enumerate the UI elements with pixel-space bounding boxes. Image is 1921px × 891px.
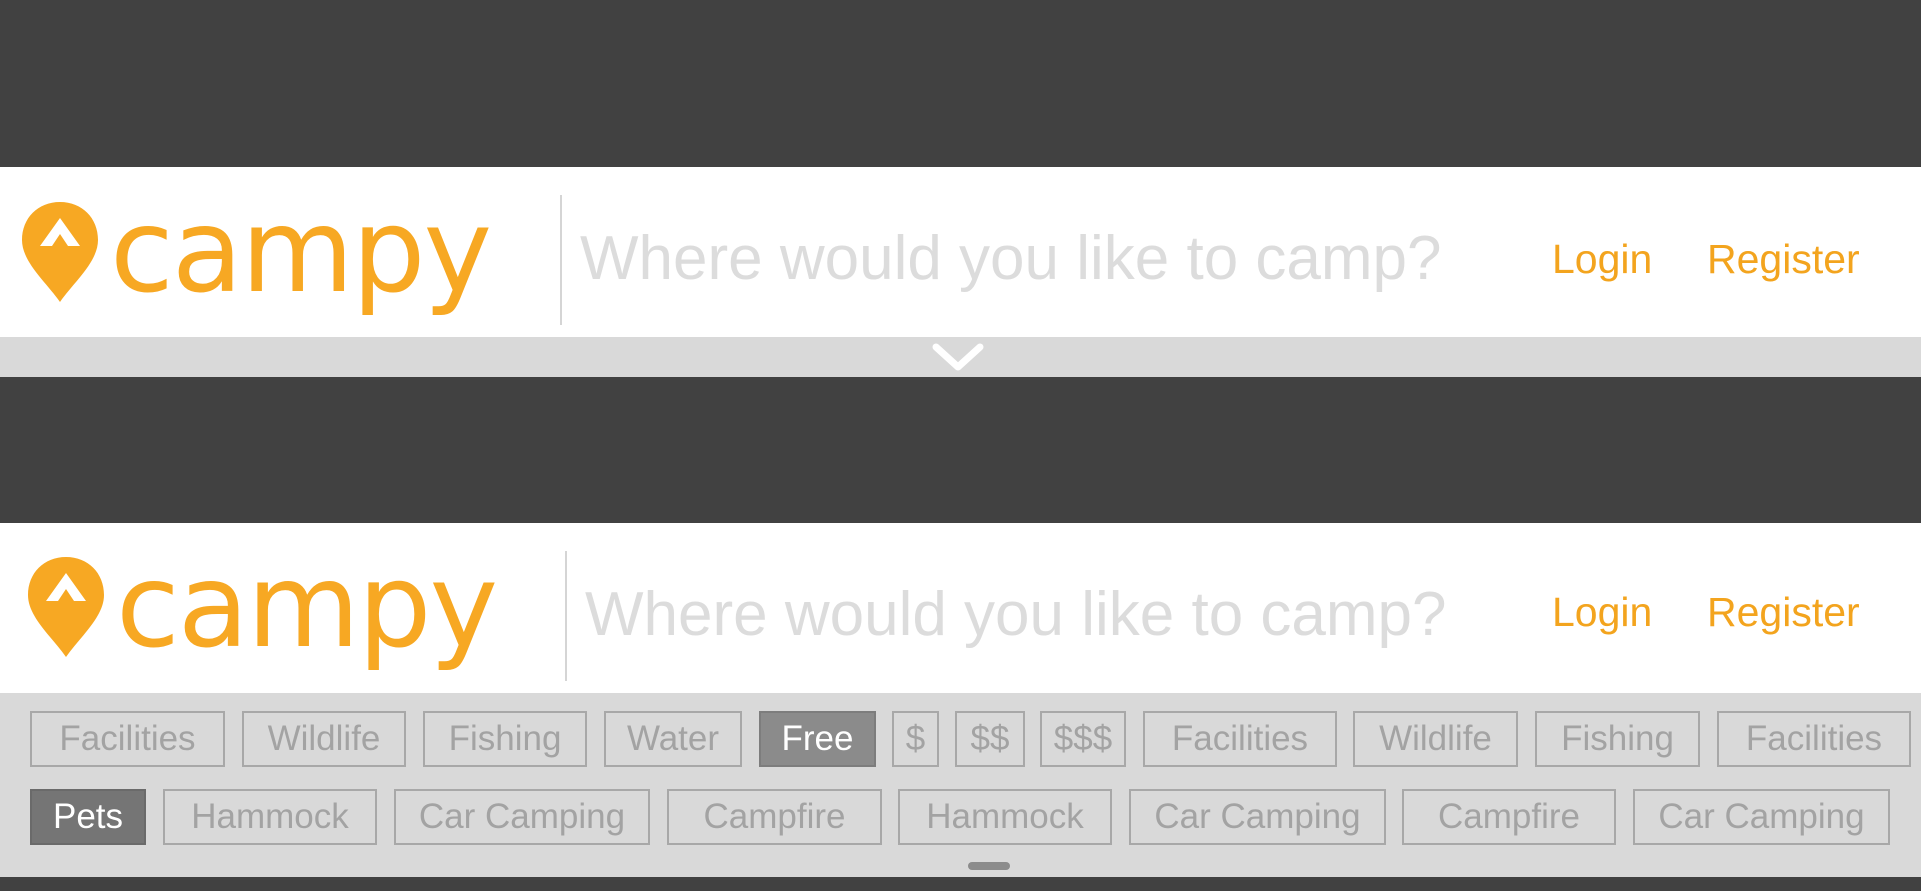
filter-chip-selected[interactable]: Pets — [30, 789, 146, 845]
header-collapsed: campy Where would you like to camp? Logi… — [0, 167, 1921, 337]
filter-chip[interactable]: Facilities — [1143, 711, 1337, 767]
filters-panel: Facilities Wildlife Fishing Water Free $… — [0, 693, 1921, 877]
filter-chip-selected[interactable]: Free — [759, 711, 876, 767]
top-band — [0, 0, 1921, 167]
expand-filters-bar[interactable] — [0, 337, 1921, 377]
login-link[interactable]: Login — [1552, 236, 1652, 283]
middle-band — [0, 377, 1921, 523]
filter-chip[interactable]: Fishing — [423, 711, 587, 767]
logo[interactable]: campy — [18, 184, 492, 319]
logo[interactable]: campy — [24, 539, 498, 674]
map-pin-icon — [22, 202, 98, 302]
logo-text: campy — [110, 184, 492, 319]
register-link[interactable]: Register — [1707, 589, 1860, 636]
filter-chip[interactable]: Hammock — [898, 789, 1112, 845]
filter-chip[interactable]: Water — [604, 711, 742, 767]
search-input[interactable]: Where would you like to camp? — [580, 223, 1442, 294]
filter-chip[interactable]: $ — [892, 711, 939, 767]
search-input[interactable]: Where would you like to camp? — [585, 579, 1447, 650]
logo-text: campy — [116, 539, 498, 674]
bottom-band — [0, 877, 1921, 891]
filter-chip[interactable]: $$$ — [1040, 711, 1126, 767]
filter-chip[interactable]: Hammock — [163, 789, 377, 845]
map-pin-icon — [28, 557, 104, 657]
login-link[interactable]: Login — [1552, 589, 1652, 636]
header-divider — [565, 551, 567, 681]
header-expanded: campy Where would you like to camp? Logi… — [0, 523, 1921, 693]
register-link[interactable]: Register — [1707, 236, 1860, 283]
filter-chip[interactable]: Car Camping — [1129, 789, 1386, 845]
filter-chip[interactable]: Wildlife — [1353, 711, 1518, 767]
header-divider — [560, 195, 562, 325]
filter-chip[interactable]: Facilities — [1717, 711, 1911, 767]
filter-chip[interactable]: Car Camping — [394, 789, 650, 845]
drag-handle-icon[interactable] — [968, 862, 1010, 870]
filter-chip[interactable]: Campfire — [1402, 789, 1616, 845]
chevron-down-icon[interactable] — [932, 343, 984, 371]
filter-chip[interactable]: Facilities — [30, 711, 225, 767]
filter-chip[interactable]: $$ — [955, 711, 1025, 767]
filter-chip[interactable]: Wildlife — [242, 711, 406, 767]
filter-chip[interactable]: Campfire — [667, 789, 882, 845]
filter-chip[interactable]: Fishing — [1535, 711, 1700, 767]
filter-chip[interactable]: Car Camping — [1633, 789, 1890, 845]
